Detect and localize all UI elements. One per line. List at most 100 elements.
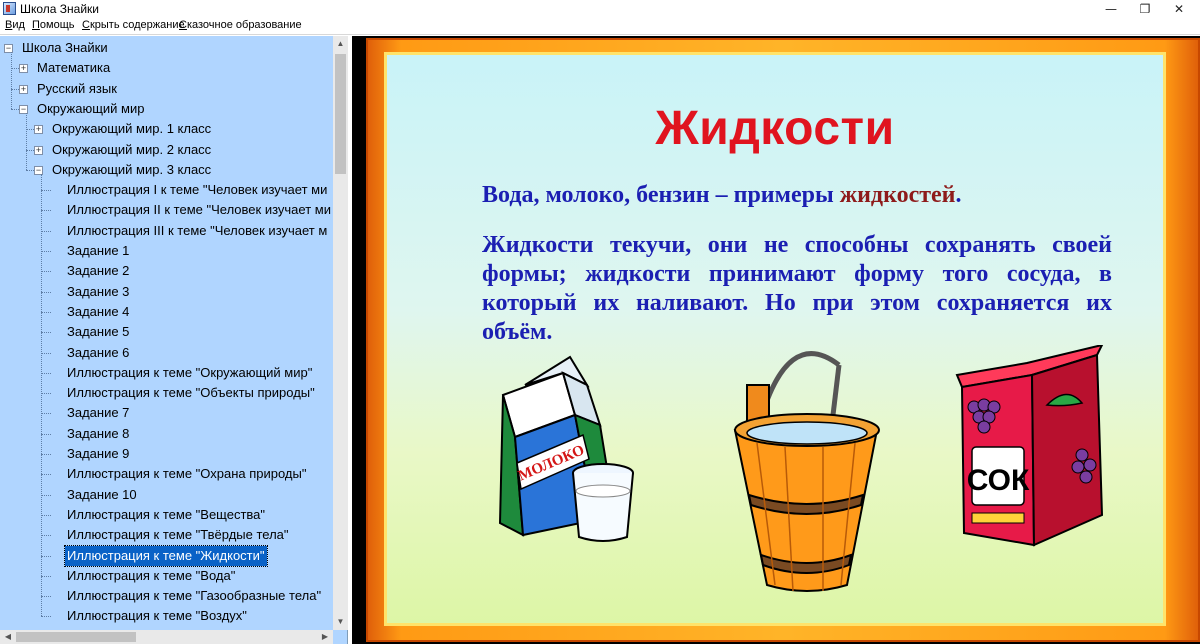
tree-item[interactable]: Задание 6 [65, 343, 131, 363]
tree-vertical-scrollbar[interactable]: ▲ ▼ [333, 36, 348, 630]
menu-bar: Вид Помощь Скрыть содержание Сказочное о… [0, 18, 1200, 35]
scroll-down-icon[interactable]: ▼ [333, 614, 348, 630]
tree-item-label: Школа Знайки [22, 40, 108, 55]
tree-connector [41, 575, 51, 577]
tree-item-label: Иллюстрация к теме "Твёрдые тела" [67, 527, 289, 543]
tree-item-label: Задание 5 [67, 324, 130, 340]
tree-item[interactable]: Окружающий мир. 3 класс [50, 160, 213, 180]
tree-item-label: Иллюстрация III к теме "Человек изучает … [67, 222, 328, 238]
tree-item[interactable]: Задание 7 [65, 403, 131, 423]
scroll-thumb-horizontal[interactable] [16, 632, 136, 642]
slide-line-1: Вода, молоко, бензин – примеры жидкостей… [482, 181, 1162, 210]
scroll-up-icon[interactable]: ▲ [333, 36, 348, 52]
tree-item[interactable]: Иллюстрация к теме "Объекты природы" [65, 383, 317, 403]
scroll-left-icon[interactable]: ◀ [0, 630, 16, 644]
tree-item[interactable]: Задание 2 [65, 261, 131, 281]
tree-item[interactable]: Иллюстрация к теме "Жидкости" [64, 544, 268, 567]
menu-hide-contents[interactable]: Скрыть содержание [82, 19, 185, 31]
tree-item[interactable]: Задание 3 [65, 282, 131, 302]
tree-connector [41, 190, 51, 192]
tree-item[interactable]: Русский язык [35, 79, 119, 99]
tree-item-label: Иллюстрация к теме "Вода" [67, 567, 236, 583]
tree-connector [41, 230, 51, 232]
tree-item-label: Иллюстрация к теме "Жидкости" [64, 544, 268, 567]
tree-item-label: Иллюстрация I к теме "Человек изучает ми [67, 182, 328, 198]
tree-item[interactable]: Окружающий мир. 2 класс [50, 140, 213, 160]
expand-icon[interactable]: + [34, 145, 43, 155]
tree-item[interactable]: Задание 4 [65, 302, 131, 322]
content-area: Жидкости Вода, молоко, бензин – примеры … [352, 36, 1200, 644]
tree-connector [41, 474, 51, 476]
tree-item[interactable]: Иллюстрация к теме "Окружающий мир" [65, 363, 314, 383]
tree-item[interactable]: Иллюстрация к теме "Вещества" [65, 505, 267, 525]
menu-help[interactable]: Помощь [32, 19, 75, 31]
tree-item[interactable]: Иллюстрация к теме "Охрана природы" [65, 464, 308, 484]
expand-icon[interactable]: + [19, 84, 28, 94]
tree-item-label: Окружающий мир [37, 100, 145, 116]
scroll-thumb[interactable] [335, 54, 346, 174]
tree-guide-line [41, 173, 42, 617]
tree-connector [41, 332, 51, 334]
tree-item-label: Иллюстрация к теме "Окружающий мир" [67, 364, 313, 380]
tree-connector [41, 393, 51, 395]
tree-connector [41, 555, 51, 557]
tree-item[interactable]: Окружающий мир [35, 99, 146, 119]
tree-item[interactable]: Иллюстрация II к теме "Человек изучает м… [65, 200, 333, 220]
tree-item-label: Окружающий мир. 3 класс [52, 161, 212, 177]
tree-item-label: Задание 8 [67, 425, 130, 441]
tree-connector [41, 372, 51, 374]
tree-connector [41, 271, 51, 273]
tree-item-label: Задание 3 [67, 283, 130, 299]
tree-item[interactable]: Задание 1 [65, 241, 131, 261]
slide-frame: Жидкости Вода, молоко, бензин – примеры … [366, 38, 1200, 642]
juice-box-illustration: СОК [955, 345, 1104, 547]
tree-guide-line [11, 52, 12, 109]
tree-connector [41, 291, 51, 293]
tree-item-label: Иллюстрация к теме "Охрана природы" [67, 466, 307, 482]
close-button[interactable]: ✕ [1156, 0, 1200, 18]
tree-connector [41, 352, 51, 354]
tree-item-label: Задание 6 [67, 344, 130, 360]
tree-item-label: Окружающий мир. 2 класс [52, 141, 212, 157]
tree-item[interactable]: Иллюстрация I к теме "Человек изучает ми [65, 180, 329, 200]
tree-item[interactable]: Иллюстрация к теме "Воздух" [65, 606, 249, 626]
tree-item-label: Математика [37, 60, 111, 76]
tree-connector [41, 210, 51, 212]
tree-item[interactable]: Задание 5 [65, 322, 131, 342]
tree-item-label: Иллюстрация II к теме "Человек изучает м… [67, 202, 331, 218]
title-bar: Школа Знайки — ❐ ✕ [0, 0, 1200, 18]
tree-guide-line [26, 112, 27, 170]
tree-item[interactable]: Задание 8 [65, 424, 131, 444]
tree-connector [41, 251, 51, 252]
tree-connector [41, 454, 51, 455]
scroll-right-icon[interactable]: ▶ [317, 630, 333, 644]
tree-item-label: Задание 1 [67, 243, 130, 258]
tree-item-label: Иллюстрация к теме "Газообразные тела" [67, 588, 322, 604]
menu-view[interactable]: Вид [5, 19, 25, 31]
tree-item[interactable]: Окружающий мир. 1 класс [50, 119, 213, 139]
tree-item[interactable]: Иллюстрация III к теме "Человек изучает … [65, 221, 329, 241]
window-title: Школа Знайки [20, 2, 100, 16]
tree-item[interactable]: Школа Знайки [20, 38, 110, 58]
tree-horizontal-scrollbar[interactable]: ◀ ▶ [0, 630, 333, 644]
tree-connector [41, 413, 51, 415]
tree-item-label: Задание 9 [67, 446, 130, 461]
tree-item-label: Иллюстрация к теме "Воздух" [67, 608, 247, 624]
tree-item[interactable]: Иллюстрация к теме "Газообразные тела" [65, 586, 323, 606]
tree-connector [41, 311, 51, 313]
tree-item-label: Иллюстрация к теме "Объекты природы" [67, 385, 315, 401]
tree-item[interactable]: Задание 9 [65, 444, 131, 464]
tree-item[interactable]: Иллюстрация к теме "Твёрдые тела" [65, 525, 291, 545]
slide-title: Жидкости [655, 102, 895, 155]
tree-item[interactable]: Математика [35, 58, 112, 78]
menu-fairy-education[interactable]: Сказочное образование [179, 19, 302, 31]
tree-connector [41, 433, 51, 435]
bucket-illustration [733, 351, 880, 592]
expand-icon[interactable]: + [34, 125, 43, 135]
expand-icon[interactable]: + [19, 64, 28, 74]
line1-text: Вода, молоко, бензин – примеры [482, 182, 840, 208]
tree-connector [41, 494, 51, 496]
tree-item[interactable]: Иллюстрация к теме "Вода" [65, 566, 237, 586]
tree-connector [41, 616, 51, 618]
tree-item[interactable]: Задание 10 [65, 485, 139, 505]
